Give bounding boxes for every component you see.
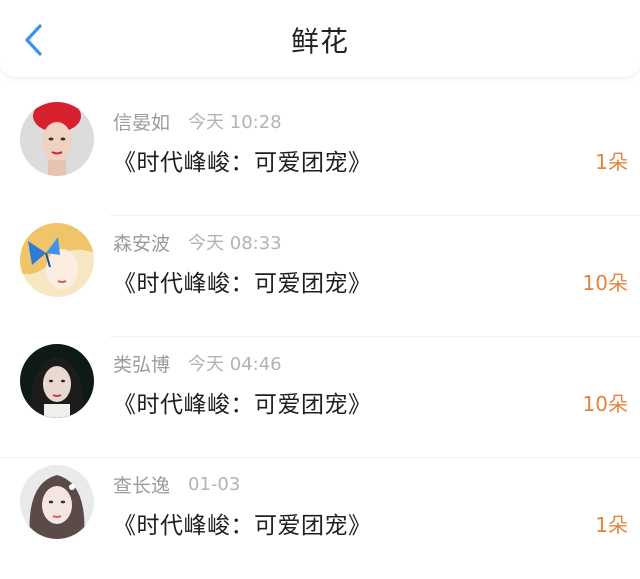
- timestamp: 今天 08:33: [188, 233, 282, 254]
- list-item[interactable]: 类弘博 今天 04:46 《时代峰峻：可爱团宠》 10朵: [0, 338, 640, 458]
- timestamp: 今天 04:46: [188, 354, 282, 375]
- top-bar: 鲜花: [0, 0, 640, 78]
- sender-name: 信晏如: [113, 111, 171, 134]
- flower-count: 1朵: [595, 513, 628, 537]
- sender-name: 森安波: [113, 232, 171, 255]
- divider: [0, 457, 640, 458]
- sender-name: 查长逸: [113, 474, 171, 497]
- book-title[interactable]: 《时代峰峻：可爱团宠》: [113, 506, 372, 540]
- flower-count: 10朵: [582, 271, 628, 295]
- list-item[interactable]: 查长逸 01-03 《时代峰峻：可爱团宠》 1朵: [0, 459, 640, 579]
- book-title[interactable]: 《时代峰峻：可爱团宠》: [113, 143, 372, 177]
- flower-count: 1朵: [595, 150, 628, 174]
- timestamp: 01-03: [188, 473, 241, 495]
- avatar[interactable]: [20, 344, 94, 418]
- flower-count: 10朵: [582, 392, 628, 416]
- avatar[interactable]: [20, 465, 94, 539]
- timestamp: 今天 10:28: [188, 112, 282, 133]
- sender-name: 类弘博: [113, 353, 171, 376]
- divider: [110, 336, 640, 337]
- page-title: 鲜花: [290, 25, 349, 58]
- avatar[interactable]: [20, 102, 94, 176]
- divider: [110, 215, 640, 216]
- book-title[interactable]: 《时代峰峻：可爱团宠》: [113, 385, 372, 419]
- avatar[interactable]: [20, 223, 94, 297]
- list-item[interactable]: 森安波 今天 08:33 《时代峰峻：可爱团宠》 10朵: [0, 217, 640, 337]
- list-item[interactable]: 信晏如 今天 10:28 《时代峰峻：可爱团宠》 1朵: [0, 96, 640, 216]
- book-title[interactable]: 《时代峰峻：可爱团宠》: [113, 264, 372, 298]
